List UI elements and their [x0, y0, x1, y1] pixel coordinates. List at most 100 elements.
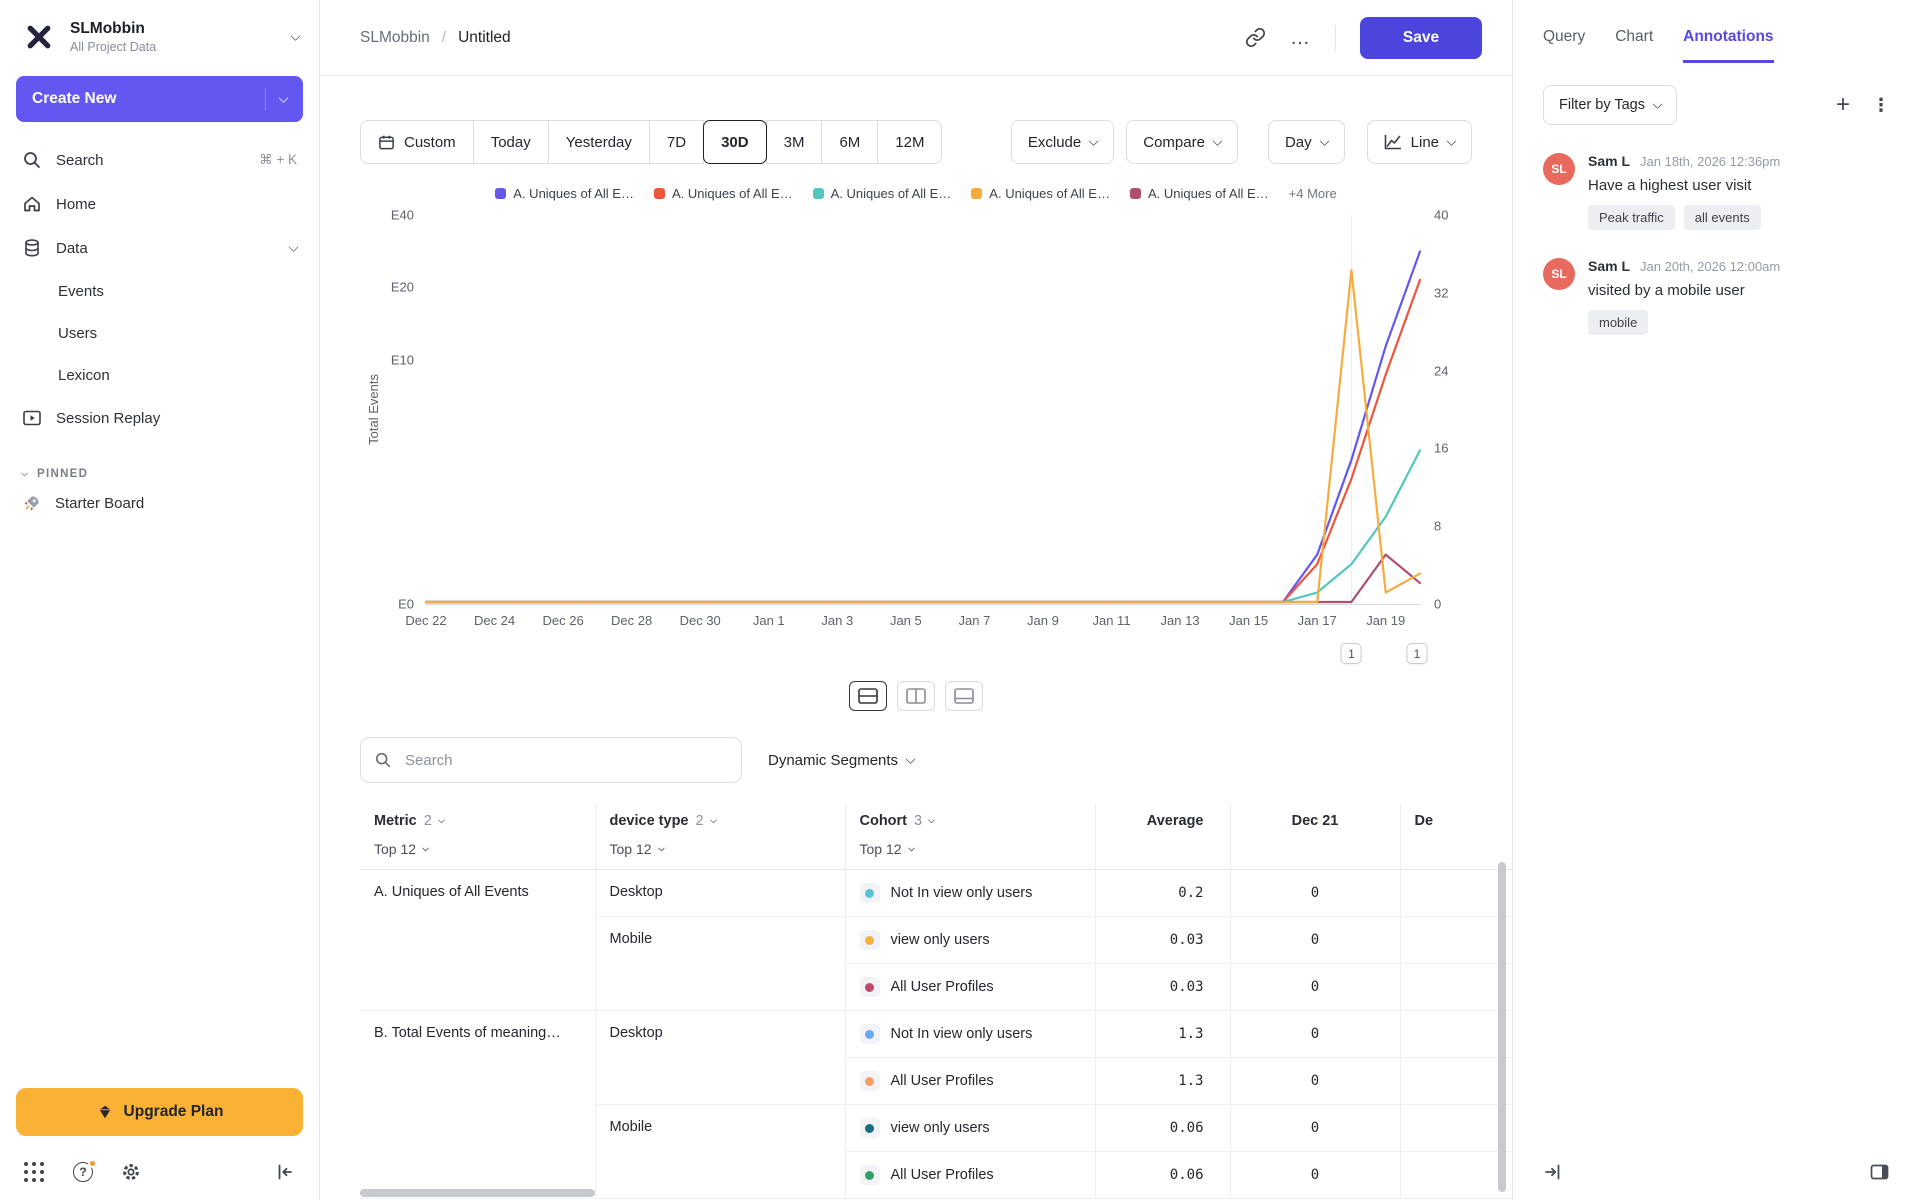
search-input[interactable] [360, 737, 742, 783]
add-annotation-button[interactable]: + [1835, 91, 1850, 118]
table-row[interactable]: A. Uniques of All Events Desktop Not In … [360, 869, 1512, 1011]
copy-link-icon[interactable] [1245, 27, 1266, 48]
date-range-yesterday[interactable]: Yesterday [547, 120, 650, 164]
sidebar-item-starter-board[interactable]: Starter Board [0, 480, 319, 526]
toggle-right-panel-icon[interactable] [1869, 1162, 1890, 1182]
search-icon [24, 152, 40, 168]
legend-more-button[interactable]: +4 More [1289, 186, 1337, 201]
layout-bottom-button[interactable] [945, 681, 983, 711]
vertical-scrollbar[interactable] [1498, 862, 1506, 1192]
skip-to-end-icon[interactable] [1543, 1162, 1563, 1182]
legend-swatch [495, 188, 507, 199]
settings-gear-icon[interactable] [121, 1162, 141, 1182]
granularity-label: Day [1284, 133, 1312, 151]
chevron-down-icon [1446, 135, 1457, 146]
exclude-dropdown[interactable]: Exclude [1010, 120, 1115, 164]
layout-columns-button[interactable] [897, 681, 935, 711]
filter-by-tags-dropdown[interactable]: Filter by Tags [1543, 85, 1677, 125]
top-filter-dropdown[interactable]: Top 12 [860, 841, 1081, 857]
create-new-menu-toggle[interactable] [265, 88, 289, 110]
table-search [360, 737, 742, 783]
date-range-custom[interactable]: Custom [360, 120, 474, 164]
report-title[interactable]: Untitled [458, 29, 511, 47]
breadcrumb-workspace-link[interactable]: SLMobbin [360, 29, 430, 47]
annotations-more-button[interactable]: ⋮ [1872, 96, 1890, 114]
top-filter-dropdown[interactable]: Top 12 [374, 841, 581, 857]
apps-grid-icon[interactable] [24, 1161, 45, 1183]
granularity-dropdown[interactable]: Day [1267, 120, 1345, 164]
date-range-6m[interactable]: 6M [821, 120, 879, 164]
date-range-today[interactable]: Today [472, 120, 549, 164]
cohort-cell: view only users [844, 1104, 1095, 1152]
upgrade-plan-button[interactable]: Upgrade Plan [16, 1088, 303, 1136]
chart-lines [426, 215, 1420, 604]
save-button[interactable]: Save [1360, 16, 1482, 59]
column-header-cohort[interactable]: Cohort 3 Top 12 [844, 803, 1095, 870]
device-cell: Desktop [594, 869, 845, 917]
average-value: 0.03 [1094, 916, 1230, 964]
y-axis-tick-label: 40 [1434, 207, 1449, 223]
help-icon[interactable]: ? [73, 1159, 97, 1182]
annotation-marker[interactable]: 1 [1406, 643, 1428, 664]
horizontal-scrollbar[interactable] [360, 1189, 595, 1197]
column-header-dec21[interactable]: Dec 21 [1229, 803, 1400, 870]
upgrade-plan-label: Upgrade Plan [123, 1103, 224, 1120]
column-header-average[interactable]: Average [1094, 803, 1230, 870]
sidebar-item-home[interactable]: Home [0, 182, 319, 226]
tab-query[interactable]: Query [1543, 28, 1585, 63]
annotation-text: Have a highest user visit [1588, 177, 1752, 194]
chart-type-label: Line [1410, 133, 1439, 151]
annotation-tag[interactable]: Peak traffic [1588, 205, 1675, 230]
collapse-sidebar-icon[interactable] [275, 1162, 295, 1182]
tab-chart[interactable]: Chart [1615, 28, 1653, 63]
more-options-icon[interactable]: … [1290, 28, 1311, 48]
device-cell: Mobile [594, 1104, 845, 1199]
x-axis-tick-label: Jan 3 [821, 613, 854, 628]
sidebar-item-session-replay[interactable]: Session Replay [0, 396, 319, 440]
create-new-button[interactable]: Create New [16, 76, 303, 122]
date-range-12m[interactable]: 12M [877, 120, 943, 164]
annotation-item[interactable]: SL Sam L Jan 20th, 2026 12:00am visited … [1543, 258, 1890, 335]
sidebar-item-events[interactable]: Events [0, 270, 319, 312]
compare-dropdown[interactable]: Compare [1126, 120, 1238, 164]
plus-icon: + [1835, 91, 1850, 118]
annotation-marker-row: 1 1 [426, 643, 1428, 667]
layout-rows-button[interactable] [849, 681, 887, 711]
chevron-down-icon [422, 844, 430, 852]
top-filter-dropdown[interactable]: Top 12 [610, 841, 831, 857]
annotation-tag[interactable]: all events [1683, 205, 1761, 230]
annotation-item[interactable]: SL Sam L Jan 18th, 2026 12:36pm Have a h… [1543, 153, 1890, 230]
pinned-section-toggle[interactable]: PINNED [0, 468, 319, 480]
sidebar-item-lexicon[interactable]: Lexicon [0, 354, 319, 396]
sidebar-item-search[interactable]: Search ⌘ + K [0, 138, 319, 182]
legend-item[interactable]: A. Uniques of All E… [971, 186, 1110, 201]
column-header-metric[interactable]: Metric 2 Top 12 [360, 803, 595, 870]
x-axis-tick-label: Jan 5 [889, 613, 922, 628]
date-range-7d[interactable]: 7D [648, 120, 705, 164]
column-header-device-type[interactable]: device type 2 Top 12 [594, 803, 845, 870]
chart-line [426, 270, 1420, 602]
dynamic-segments-dropdown[interactable]: Dynamic Segments [768, 752, 916, 769]
date-range-3m[interactable]: 3M [765, 120, 823, 164]
date-range-30d[interactable]: 30D [703, 120, 767, 164]
chevron-down-icon [437, 816, 445, 824]
column-header-next[interactable]: De [1399, 803, 1512, 870]
sidebar-item-data[interactable]: Data [0, 226, 319, 270]
line-chart-plot[interactable]: Total Events E40 E20 E10 E0 40 32 24 16 … [366, 208, 1449, 612]
annotation-marker[interactable]: 1 [1340, 643, 1362, 664]
legend-item[interactable]: A. Uniques of All E… [1129, 186, 1269, 201]
legend-swatch [1129, 188, 1141, 199]
tab-annotations[interactable]: Annotations [1683, 28, 1774, 63]
legend-item[interactable]: A. Uniques of All E… [812, 186, 951, 201]
chart-line [426, 555, 1420, 602]
chart-type-dropdown[interactable]: Line [1366, 120, 1472, 164]
annotation-tag[interactable]: mobile [1588, 310, 1649, 335]
workspace-switcher[interactable]: SLMobbin All Project Data [0, 18, 319, 56]
legend-item[interactable]: A. Uniques of All E… [495, 186, 634, 201]
y-axis-tick-label: 32 [1434, 285, 1449, 301]
table-row[interactable]: B. Total Events of meaning… Desktop Not … [360, 1010, 1512, 1199]
legend-item[interactable]: A. Uniques of All E… [653, 186, 793, 201]
cohort-cell: view only users [844, 916, 1095, 964]
sidebar-item-users[interactable]: Users [0, 312, 319, 354]
